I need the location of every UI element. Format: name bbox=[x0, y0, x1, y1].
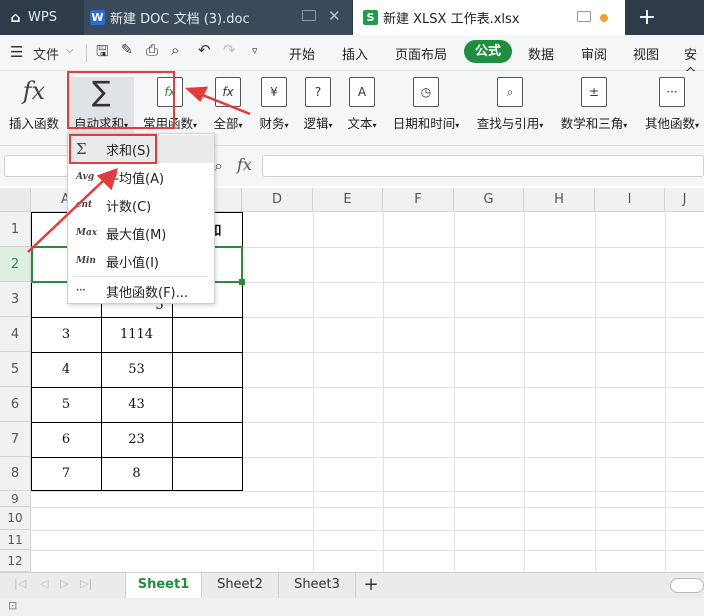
arrow-to-sum bbox=[27, 179, 105, 253]
arrow-to-autosum bbox=[199, 92, 251, 116]
last-sheet-icon[interactable]: ▷| bbox=[80, 577, 92, 590]
status-bar: ⊡ bbox=[0, 598, 704, 616]
sheet-tab-bar: |◁ ◁ ▷ ▷| Sheet1 Sheet2 Sheet3 + bbox=[0, 572, 704, 599]
next-sheet-icon[interactable]: ▷ bbox=[60, 577, 68, 590]
sheet-tab-2[interactable]: Sheet2 bbox=[202, 573, 279, 599]
sheet-tab-3[interactable]: Sheet3 bbox=[279, 573, 356, 599]
first-sheet-icon[interactable]: |◁ bbox=[14, 577, 26, 590]
horizontal-scrollbar[interactable] bbox=[670, 578, 704, 593]
macro-status-icon[interactable]: ⊡ bbox=[8, 599, 17, 612]
arrow-head bbox=[96, 168, 118, 191]
add-sheet-button[interactable]: + bbox=[358, 573, 384, 599]
arrow-head bbox=[184, 86, 209, 103]
prev-sheet-icon[interactable]: ◁ bbox=[40, 577, 48, 590]
annotation-arrows bbox=[27, 86, 251, 253]
sheet-tab-1[interactable]: Sheet1 bbox=[125, 573, 202, 599]
